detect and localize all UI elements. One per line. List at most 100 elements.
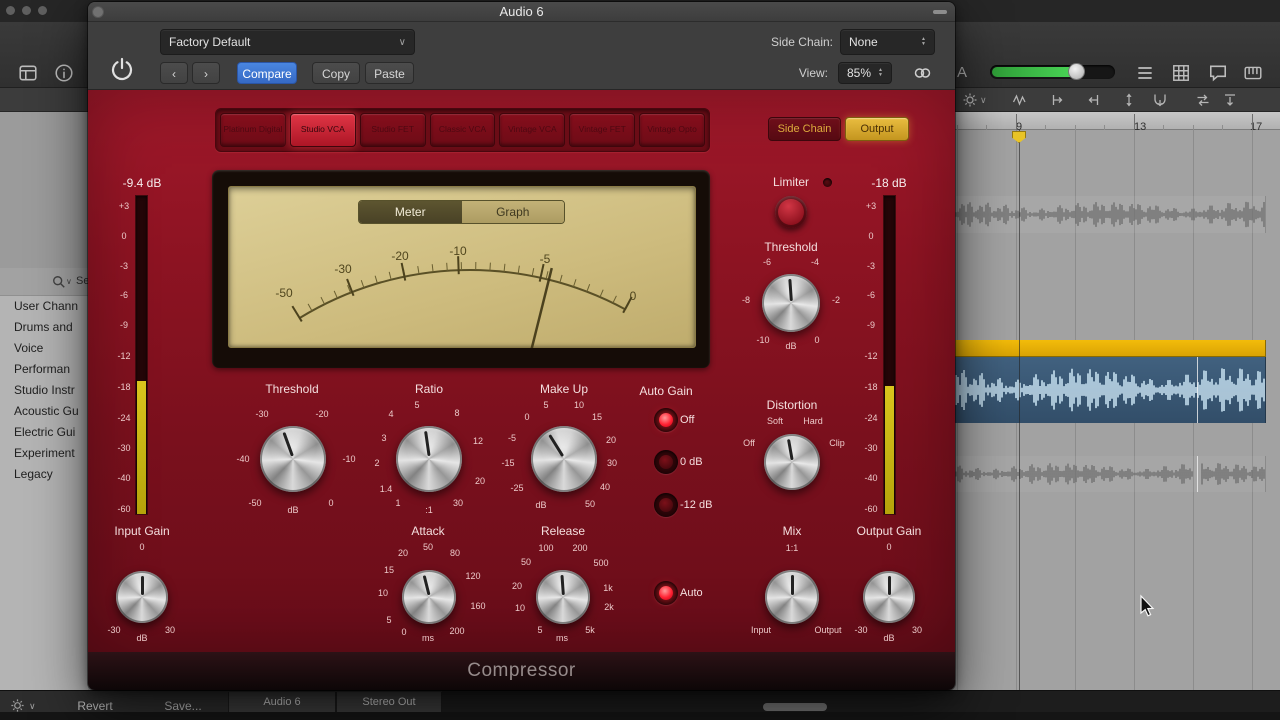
preset-dropdown[interactable]: Factory Default ∨ (160, 29, 415, 55)
compressor-panel (88, 90, 955, 652)
plugin-name: Compressor (467, 660, 575, 682)
library-item[interactable]: Acoustic Gu (0, 401, 88, 422)
search-input[interactable]: Se (76, 275, 88, 287)
zoom-window-icon[interactable] (38, 6, 47, 15)
library-item[interactable]: Drums and (0, 317, 88, 338)
chevron-down-icon: ∨ (29, 701, 36, 712)
library-item[interactable]: Experiment (0, 443, 88, 464)
distortion-knob[interactable] (764, 434, 820, 490)
library-search[interactable]: ∨ Se (0, 268, 88, 296)
auto-gain-minus12db-led[interactable] (654, 493, 678, 517)
link-icon[interactable] (912, 63, 933, 83)
view-dropdown[interactable]: 85% ▲▼ (838, 62, 892, 84)
waveform (955, 456, 1266, 492)
audio-region[interactable] (955, 456, 1266, 492)
limiter-threshold-knob[interactable] (762, 274, 820, 332)
paste-button[interactable]: Paste (365, 62, 414, 84)
waveform (955, 196, 1266, 233)
attack-knob[interactable] (402, 570, 456, 624)
stepper-chevrons-icon: ▲▼ (878, 68, 883, 78)
view-value: 85% (847, 66, 874, 80)
playhead[interactable] (1019, 130, 1020, 690)
library-item[interactable]: Electric Gui (0, 422, 88, 443)
side-chain-value: None (849, 35, 917, 49)
circuit-classic-vca[interactable]: Classic VCA (430, 113, 496, 147)
close-window-icon[interactable] (6, 6, 15, 15)
circuit-vintage-opto[interactable]: Vintage Opto (639, 113, 705, 147)
action-gear-icon[interactable] (10, 698, 25, 713)
output-gain-knob[interactable] (863, 571, 915, 623)
limiter-button[interactable] (775, 196, 807, 228)
vu-display-toggle: Meter Graph (358, 200, 565, 224)
circuit-vintage-vca[interactable]: Vintage VCA (499, 113, 565, 147)
ratio-knob[interactable] (396, 426, 462, 492)
logic-pro-background: A ∨ (0, 0, 1280, 720)
selected-region-header[interactable] (955, 340, 1266, 357)
selected-audio-region[interactable] (955, 357, 1266, 423)
auto-gain-0db-led[interactable] (654, 450, 678, 474)
side-chain-dropdown[interactable]: None ▲▼ (840, 29, 935, 55)
master-volume-slider[interactable] (990, 65, 1115, 79)
circuit-studio-vca[interactable]: Studio VCA (290, 113, 356, 147)
signal-flow-tab-stereo-out[interactable]: Stereo Out (336, 692, 442, 713)
graph-tab[interactable]: Graph (462, 201, 565, 223)
musical-typing-icon[interactable] (1243, 63, 1263, 83)
chevron-down-icon: ∨ (980, 95, 987, 106)
plugin-titlebar[interactable]: Audio 6 (88, 2, 955, 22)
power-button[interactable] (108, 55, 136, 88)
inspector-icon[interactable] (54, 63, 74, 83)
circuit-studio-fet[interactable]: Studio FET (360, 113, 426, 147)
region-boundary (1197, 456, 1198, 492)
mix-knob[interactable] (765, 570, 819, 624)
meter-tab[interactable]: Meter (359, 201, 462, 223)
preset-value: Factory Default (169, 35, 395, 49)
plugin-minimize-icon[interactable] (933, 10, 947, 14)
waveform (955, 357, 1266, 423)
catch-playhead-icon[interactable] (1152, 92, 1168, 108)
prev-preset-button[interactable]: ‹ (160, 62, 188, 84)
library-item[interactable]: Legacy (0, 464, 88, 485)
mouse-cursor (1137, 594, 1155, 618)
output-view-button[interactable]: Output (845, 117, 909, 141)
side-chain-view-button[interactable]: Side Chain (768, 117, 841, 141)
flex-icon[interactable] (1012, 92, 1028, 108)
library-item[interactable]: User Chann (0, 296, 88, 317)
auto-gain-off-led[interactable] (654, 408, 678, 432)
note-pads-icon[interactable] (1171, 63, 1191, 83)
makeup-knob[interactable] (531, 426, 597, 492)
volume-thumb[interactable] (1068, 63, 1085, 80)
horizontal-scrollbar[interactable] (763, 703, 827, 711)
circuit-platinum-digital[interactable]: Platinum Digital (220, 113, 286, 147)
library-list: User ChannDrums andVoicePerformanStudio … (0, 296, 88, 690)
release-knob[interactable] (536, 570, 590, 624)
playhead-marker[interactable] (1012, 131, 1026, 143)
audio-region[interactable] (955, 196, 1266, 233)
search-icon (52, 275, 66, 289)
region-boundary (1197, 357, 1198, 423)
auto-release-led[interactable] (654, 581, 678, 605)
signal-flow-tab-audio6[interactable]: Audio 6 (228, 692, 336, 713)
list-editors-icon[interactable] (1135, 63, 1155, 83)
media-browser-icon[interactable] (18, 63, 38, 83)
apple-loops-icon[interactable] (1208, 63, 1228, 83)
copy-button[interactable]: Copy (312, 62, 360, 84)
view-label: View: (778, 66, 828, 80)
search-scope-chevron-icon: ∨ (66, 277, 72, 286)
tool-menu-icon[interactable]: A (957, 64, 967, 81)
library-item[interactable]: Voice (0, 338, 88, 359)
swap-icon[interactable] (1195, 92, 1211, 108)
threshold-knob[interactable] (260, 426, 326, 492)
scroll-mode-icon[interactable] (1222, 92, 1238, 108)
zoom-vertical-icon[interactable] (1121, 92, 1137, 108)
library-preview (0, 112, 88, 268)
input-gain-knob[interactable] (116, 571, 168, 623)
nudge-right-icon[interactable] (1050, 92, 1066, 108)
circuit-vintage-fet[interactable]: Vintage FET (569, 113, 635, 147)
minimize-window-icon[interactable] (22, 6, 31, 15)
library-item[interactable]: Performan (0, 359, 88, 380)
next-preset-button[interactable]: › (192, 62, 220, 84)
library-item[interactable]: Studio Instr (0, 380, 88, 401)
gear-icon[interactable] (962, 92, 978, 108)
compare-button[interactable]: Compare (237, 62, 297, 84)
nudge-left-icon[interactable] (1085, 92, 1101, 108)
